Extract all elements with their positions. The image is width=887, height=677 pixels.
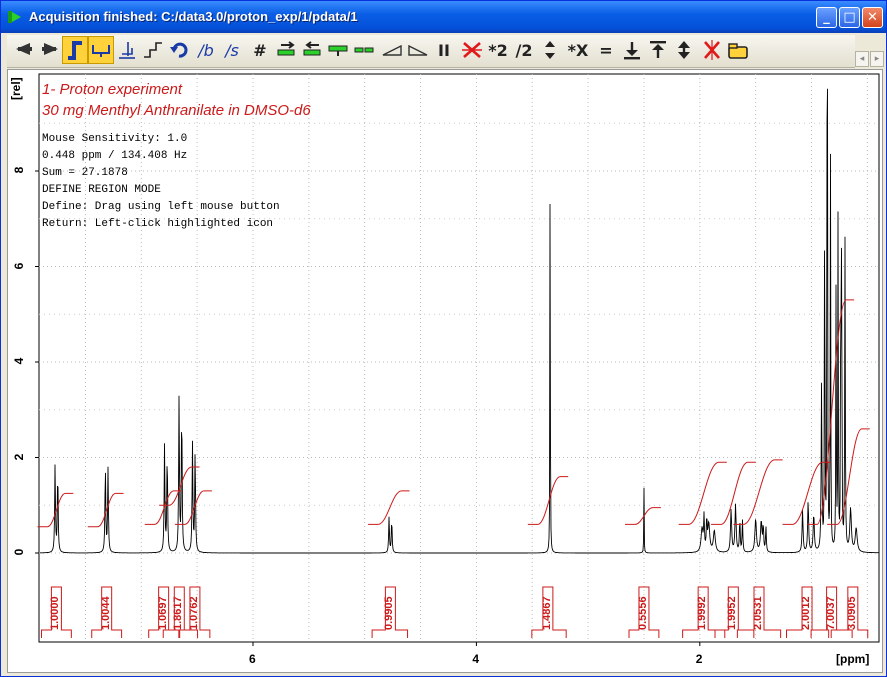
toolbar-bottom-button[interactable]: [619, 36, 645, 64]
toolbar-multiple-integ-button[interactable]: [140, 36, 166, 64]
x-tick-label: 4: [472, 652, 480, 666]
window-title: Acquisition finished: C:/data3.0/proton_…: [29, 9, 358, 24]
toolbar-move-right-button[interactable]: [273, 36, 299, 64]
y-tick-label: 2: [12, 453, 26, 460]
up-down-icon: [678, 41, 690, 59]
info-line-mode: DEFINE REGION MODE: [42, 184, 161, 196]
toolbar-compress-button[interactable]: [351, 36, 377, 64]
hash-icon: #: [253, 40, 267, 60]
multi-step-icon: [144, 42, 162, 58]
y-tick-label: 8: [12, 166, 26, 174]
toolbar-return-button[interactable]: [725, 36, 751, 64]
toolbar-integrate-button[interactable]: [62, 36, 88, 64]
y-tick-label: 4: [12, 357, 26, 365]
toolbar-equal-button[interactable]: =: [593, 36, 619, 64]
toolbar-shift-left-button[interactable]: [10, 36, 36, 64]
down-bar-icon: [624, 42, 640, 60]
calibrate-icon: [119, 42, 135, 59]
toolbar-ramp-up-button[interactable]: [379, 36, 405, 64]
info-line-return: Return: Left-click highlighted icon: [42, 218, 274, 230]
toolbar-updown-button[interactable]: [671, 36, 697, 64]
toolbar-move-left-button[interactable]: [299, 36, 325, 64]
integral-value-label: 1.8617: [172, 596, 185, 630]
times-two-icon: *2: [488, 40, 508, 60]
integral-value-label: 0.5556: [636, 596, 649, 630]
ramp-down-icon: [408, 44, 428, 56]
info-line-sum: Sum = 27.1878: [42, 167, 128, 179]
integral-value-label: 1.0000: [49, 596, 62, 630]
info-line-sensitivity: Mouse Sensitivity: 1.0: [42, 133, 188, 145]
integration-toolbar: /b/s # II *2/2 *X =: [7, 35, 855, 68]
spectrum-title: 1- Proton experiment: [42, 81, 183, 98]
toolbar-delete-region-button[interactable]: [459, 36, 485, 64]
move-right-icon: [277, 41, 295, 56]
move-left-icon: [303, 41, 321, 56]
toolbar-shift-right-button[interactable]: [36, 36, 62, 64]
expand-icon: [328, 45, 348, 56]
undo-icon: [170, 42, 188, 58]
toolbar-cancel-button[interactable]: [699, 36, 725, 64]
integral-value-label: 1.4867: [540, 596, 553, 630]
topspin-app-icon: [8, 11, 21, 23]
integral-step-icon: [68, 41, 82, 60]
integral-value-label: 1.0697: [156, 596, 169, 630]
arrow-right-icon: [42, 43, 58, 55]
x-axis-unit: [ppm]: [836, 652, 870, 666]
cancel-icon: [704, 40, 720, 60]
info-line-define: Define: Drag using left mouse button: [42, 201, 280, 213]
integral-value-label: 7.0037: [824, 596, 837, 630]
toolbar-scroll: ◂ ▸: [855, 51, 885, 67]
maximize-button[interactable]: □: [839, 7, 860, 28]
toolbar-calibrate-button[interactable]: [114, 36, 140, 64]
times-x-icon: *X: [567, 40, 589, 60]
region-bracket-icon: [92, 45, 110, 57]
ramp-up-icon: [382, 44, 402, 56]
integral-value-label: 2.0531: [752, 596, 764, 630]
toolbar-top-button[interactable]: [645, 36, 671, 64]
toolbar-grid-button[interactable]: #: [247, 36, 273, 64]
equal-icon: =: [599, 40, 613, 60]
toolbar-scale-factor-button[interactable]: *X: [565, 36, 591, 64]
spectrum-subtitle: 30 mg Menthyl Anthranilate in DMSO-d6: [42, 102, 311, 119]
toolbar-scroll-right-icon[interactable]: ▸: [870, 51, 884, 67]
toolbar-scale-down-button[interactable]: /2: [511, 36, 537, 64]
title-bar[interactable]: Acquisition finished: C:/data3.0/proton_…: [1, 1, 886, 33]
up-bar-icon: [650, 41, 666, 58]
y-axis-unit: [rel]: [9, 77, 23, 100]
delete-icon: [462, 42, 482, 58]
slope-s-icon: /s: [225, 40, 239, 60]
toolbar-split-button[interactable]: II: [431, 36, 457, 64]
toolbar-define-region-button[interactable]: [88, 36, 114, 64]
spectrum-info-panel: 1- Proton experiment 30 mg Menthyl Anthr…: [42, 79, 311, 233]
minimize-button[interactable]: _: [816, 7, 837, 28]
x-tick-label: 2: [695, 652, 703, 666]
integral-value-label: 0.9905: [383, 596, 396, 630]
integral-value-label: 1.9952: [726, 596, 739, 630]
toolbar-bias-button[interactable]: /b: [193, 36, 219, 64]
compress-icon: [354, 47, 374, 53]
toolbar-scale-arrows-button[interactable]: [537, 36, 563, 64]
y-tick-label: 6: [12, 262, 26, 269]
toolbar-ramp-down-button[interactable]: [405, 36, 431, 64]
toolbar-scale-up-button[interactable]: *2: [485, 36, 511, 64]
integral-value-label: 1.0762: [187, 596, 200, 630]
up-down-small-icon: [545, 41, 555, 59]
close-button[interactable]: ✕: [862, 7, 883, 28]
arrow-left-icon: [16, 43, 32, 55]
toolbar-undo-button[interactable]: [167, 36, 193, 64]
integral-value-label: 3.0905: [845, 596, 858, 630]
y-tick-label: 0: [12, 548, 26, 556]
return-icon: [728, 43, 748, 59]
toolbar-slope-button[interactable]: /s: [219, 36, 245, 64]
info-line-cursor: 0.448 ppm / 134.408 Hz: [42, 150, 188, 162]
toolbar-scroll-left-icon[interactable]: ◂: [855, 51, 869, 67]
integral-value-label: 1.9992: [696, 596, 709, 630]
integral-value-label: 1.0044: [99, 596, 112, 630]
bias-b-icon: /b: [198, 40, 214, 60]
integral-value-label: 2.0012: [800, 596, 813, 630]
split-icon: II: [438, 40, 450, 60]
divide-two-icon: /2: [515, 40, 533, 60]
x-tick-label: 6: [249, 652, 256, 666]
toolbar-expand-button[interactable]: [325, 36, 351, 64]
